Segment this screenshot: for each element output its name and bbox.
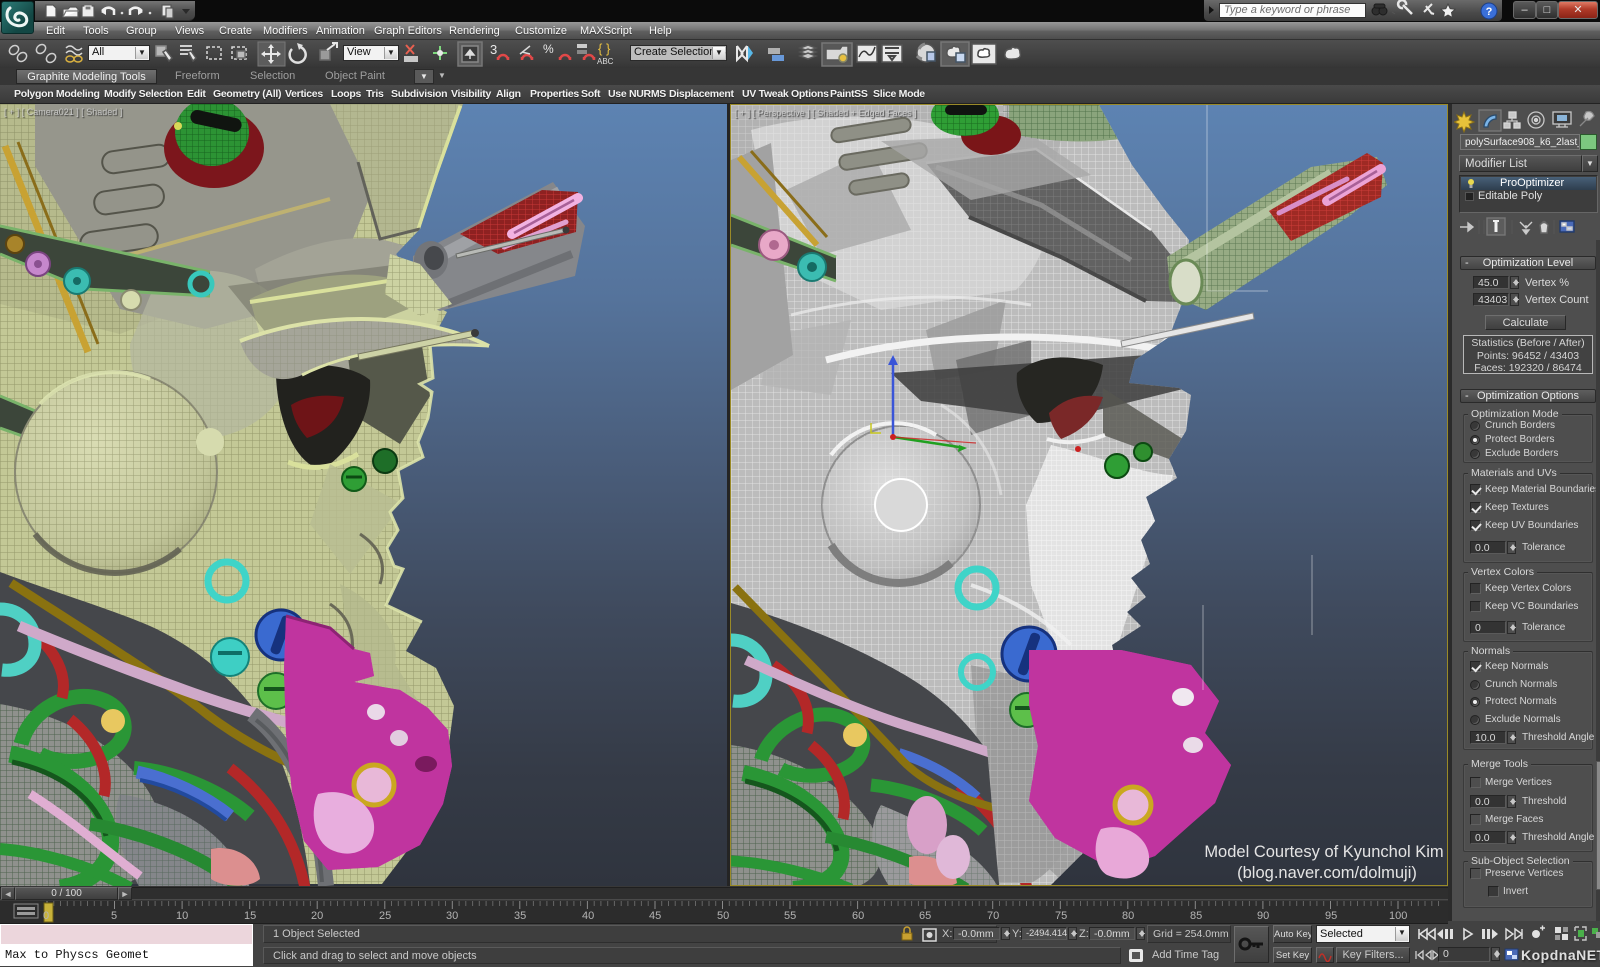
svg-text:%: % [543, 42, 554, 56]
svg-text:3: 3 [490, 42, 497, 57]
svg-text:(blog.naver.com/dolmuji): (blog.naver.com/dolmuji) [1237, 864, 1417, 882]
svg-text:ABC: ABC [597, 57, 614, 66]
svg-text:}: } [606, 41, 611, 56]
svg-text:Model Courtesy of Kyunchol Kim: Model Courtesy of Kyunchol Kim [1204, 843, 1443, 861]
svg-text:{: { [598, 41, 603, 56]
svg-text:?: ? [1486, 6, 1493, 18]
